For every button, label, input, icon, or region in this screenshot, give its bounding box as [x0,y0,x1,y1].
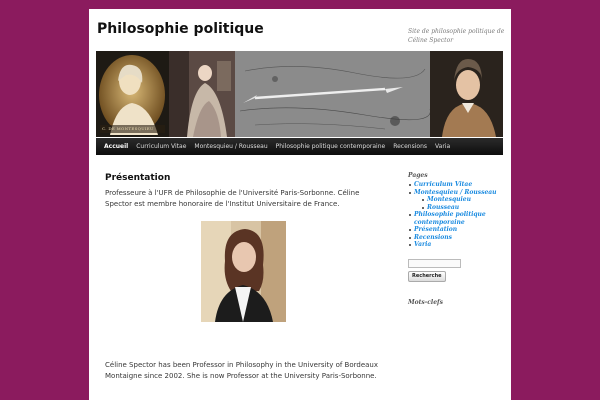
header-banner: C. DE MONTESQUIEU [96,51,503,137]
sub-pages-list: Montesquieu Rousseau [414,196,506,211]
banner-caption: C. DE MONTESQUIEU [102,126,154,131]
sidebar: Pages Curriculum Vitae Montesquieu / Rou… [408,172,506,306]
bio-paragraph: Céline Spector has been Professor in Phi… [105,361,378,380]
sidebar-item-label[interactable]: Montesquieu / Rousseau [414,189,497,196]
intro-paragraph: Professeure à l'UFR de Philosophie de l'… [105,189,360,208]
banner-painting [169,51,235,137]
search-input[interactable] [408,259,461,268]
sidebar-item-curriculum-vitae[interactable]: Curriculum Vitae [408,181,506,189]
pages-list: Curriculum Vitae Montesquieu / Rousseau … [408,181,506,249]
page-title: Présentation [105,173,171,183]
page-container: Philosophie politique Site de philosophi… [89,9,511,400]
nav-item-accueil[interactable]: Accueil [100,138,132,155]
nav-item-varia[interactable]: Varia [431,138,454,155]
sidebar-item-rousseau[interactable]: Rousseau [421,204,506,212]
site-description: Site de philosophie politique de Céline … [408,28,505,44]
sidebar-item-recensions[interactable]: Recensions [408,234,506,242]
nav-item-montesquieu-rousseau[interactable]: Montesquieu / Rousseau [190,138,271,155]
sidebar-item-varia[interactable]: Varia [408,241,506,249]
banner-manuscript [235,51,430,137]
nav-item-recensions[interactable]: Recensions [389,138,431,155]
nav-item-curriculum-vitae[interactable]: Curriculum Vitae [132,138,190,155]
banner-rousseau-portrait [430,51,503,137]
main-content: Présentation Professeure à l'UFR de Phil… [105,173,381,380]
site-title[interactable]: Philosophie politique [97,21,264,37]
main-navigation: Accueil Curriculum Vitae Montesquieu / R… [96,138,503,155]
author-photo [201,221,286,322]
banner-montesquieu-portrait: C. DE MONTESQUIEU [96,51,169,137]
sidebar-item-montesquieu-rousseau[interactable]: Montesquieu / Rousseau Montesquieu Rouss… [408,189,506,212]
tags-widget-title: Mots-clefs [408,299,443,306]
sidebar-item-montesquieu[interactable]: Montesquieu [421,196,506,204]
sidebar-item-presentation[interactable]: Présentation [408,226,506,234]
pages-widget-title: Pages [408,172,428,179]
nav-item-philosophie-politique-contemporaine[interactable]: Philosophie politique contemporaine [272,138,390,155]
search-button[interactable]: Recherche [408,271,446,282]
sidebar-item-philosophie-politique-contemporaine[interactable]: Philosophie politique contemporaine [408,211,506,226]
